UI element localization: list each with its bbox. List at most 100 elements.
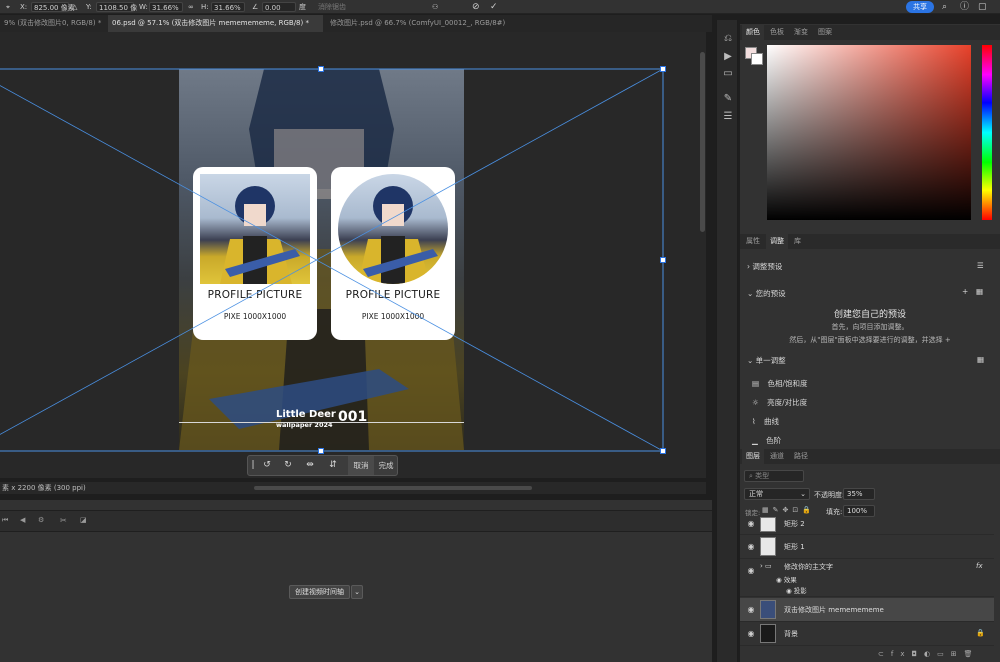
reference-point-icon[interactable]: ⌖	[6, 2, 10, 12]
create-preset-title: 创建您自己的预设	[833, 310, 906, 320]
tab-color[interactable]: 颜色	[742, 25, 764, 40]
handle-bottom[interactable]	[318, 448, 324, 454]
angle-unit: 度	[299, 3, 306, 11]
cancel-transform-icon[interactable]: ⊘	[472, 2, 480, 12]
blend-mode-select[interactable]: 正常 ⌄	[744, 488, 810, 500]
horizontal-scrollbar[interactable]	[254, 486, 532, 490]
h-label: H:	[201, 3, 209, 11]
adjust-presets-label: 调整预设	[752, 262, 783, 271]
comment-icon[interactable]: ▭	[721, 67, 735, 81]
settings-icon[interactable]: ⚙	[38, 516, 44, 524]
color-picker-field[interactable]	[767, 45, 971, 220]
warp-icon[interactable]: ⚇	[432, 2, 438, 12]
tab-adjustments[interactable]: 调整	[766, 234, 788, 249]
adjust-item-levels[interactable]: ▁ 色阶	[752, 435, 781, 446]
fill-field[interactable]: 100%	[843, 505, 875, 517]
rotate-right-icon[interactable]: ↻	[279, 456, 297, 475]
handle-top-right[interactable]	[660, 66, 666, 72]
transform-bounding-box[interactable]	[0, 32, 706, 478]
delta-icon[interactable]: △	[72, 2, 77, 12]
layer-row-rect2[interactable]: ◉ 矩形 2	[740, 517, 994, 535]
eye-icon[interactable]: ◉	[746, 519, 756, 528]
share-button[interactable]: 共享	[906, 1, 934, 13]
link-icon[interactable]: ∞	[188, 2, 194, 12]
tab-layers[interactable]: 图层	[742, 449, 764, 464]
done-button[interactable]: 完成	[374, 456, 398, 475]
hue-slider[interactable]	[982, 45, 992, 220]
antialias-checkbox-label[interactable]: 消除锯齿	[318, 2, 346, 12]
angle-field[interactable]: 0.00	[262, 2, 296, 12]
x-field[interactable]: 825.00 像素	[31, 2, 75, 12]
w-field[interactable]: 31.66%	[149, 2, 183, 12]
history-icon[interactable]: ⎌	[721, 32, 735, 46]
tab-doc-3[interactable]: 修改图片.psd @ 66.7% (ComfyUI_00012_, RGB/8#…	[326, 15, 526, 32]
adjust-item-brightness-contrast[interactable]: ☼ 亮度/对比度	[752, 397, 807, 408]
rotate-left-icon[interactable]: ↺	[258, 456, 276, 475]
layer-filter-input[interactable]: ⌕ 类型	[744, 470, 804, 482]
fx-badge[interactable]: fx	[976, 562, 983, 570]
adjust-panel-tabs: 属性 调整 库	[740, 234, 1000, 249]
tab-doc-2[interactable]: 06.psd @ 57.1% (双击修改图片 mememememe, RGB/8…	[108, 15, 323, 32]
single-adjust-header[interactable]: ⌄ 单一调整	[747, 355, 786, 366]
cancel-button[interactable]: 取消	[348, 456, 374, 475]
chevron-down-icon[interactable]: ⌄	[351, 585, 363, 599]
add-preset-icon[interactable]: +	[962, 287, 968, 296]
first-frame-icon[interactable]: ⏮	[2, 516, 8, 525]
layer-row-rect1[interactable]: ◉ 矩形 1	[740, 535, 994, 559]
adjust-item-hue-saturation[interactable]: ▤ 色相/饱和度	[752, 378, 808, 389]
layer-row-background[interactable]: ◉ 背景 🔒	[740, 622, 994, 646]
tab-gradients[interactable]: 渐变	[790, 25, 812, 40]
tab-channels[interactable]: 通道	[766, 449, 788, 464]
adjust-item-curves[interactable]: ⌇ 曲线	[752, 416, 779, 427]
commit-transform-icon[interactable]: ✓	[490, 2, 498, 12]
tab-swatches[interactable]: 色板	[766, 25, 788, 40]
layer-actions-bar[interactable]: ⊂fx◘◐▭⊞🗑	[878, 650, 979, 658]
eye-icon[interactable]: ◉	[746, 542, 756, 551]
grid-view-icon[interactable]: ▦	[976, 287, 983, 296]
y-field[interactable]: 1108.50 像	[96, 2, 137, 12]
your-presets-header[interactable]: ⌄ 您的预设	[747, 288, 786, 299]
y-label: Y:	[86, 3, 92, 11]
brush-icon[interactable]: ✎	[721, 92, 735, 106]
lock-icons[interactable]: ▦✎✥⊡🔒	[762, 506, 815, 514]
panel-icon-strip: ⎌ ▶ ▭ ✎ ☰	[716, 20, 738, 662]
flip-horizontal-icon[interactable]: ⇹	[301, 456, 319, 475]
eye-icon[interactable]: ◉	[746, 566, 756, 575]
vertical-scrollbar[interactable]	[700, 52, 705, 232]
canvas-area[interactable]: PROFILE PICTURE PIXE 1000X1000 PROFILE P…	[0, 32, 706, 478]
transition-icon[interactable]: ◪	[80, 516, 87, 524]
grid-view-icon[interactable]: ▦	[977, 355, 984, 364]
tab-patterns[interactable]: 图案	[814, 25, 836, 40]
layer-thumbnail	[760, 517, 776, 532]
layers-panel-tabs: 图层 通道 路径	[740, 449, 1000, 464]
eye-icon[interactable]: ◉	[746, 629, 756, 638]
h-field[interactable]: 31.66%	[211, 2, 245, 12]
handle-right[interactable]	[660, 257, 666, 263]
tab-libraries[interactable]: 库	[790, 234, 805, 249]
list-view-icon[interactable]: ☰	[977, 261, 984, 270]
flip-vertical-icon[interactable]: ⇵	[324, 456, 342, 475]
workspace-icon[interactable]: ▢	[978, 2, 987, 12]
handle-bottom-right[interactable]	[660, 448, 666, 454]
create-video-timeline-button[interactable]: 创建视频时间轴	[289, 585, 350, 599]
eye-icon[interactable]: ◉	[746, 605, 756, 614]
lock-label: 锁定:	[745, 509, 761, 517]
layer-row-text-group[interactable]: ◉ › ▭ 修改你的主文字 fx ◉ 效果 ◉ 投影	[740, 559, 994, 597]
adjust-presets-header[interactable]: › 调整预设	[747, 261, 782, 272]
tab-paths[interactable]: 路径	[790, 449, 812, 464]
search-icon[interactable]: ⌕	[942, 2, 947, 12]
opacity-field[interactable]: 35%	[843, 488, 875, 500]
help-icon[interactable]: ⓘ	[960, 2, 969, 12]
tab-properties[interactable]: 属性	[742, 234, 764, 249]
sliders-icon[interactable]: ☰	[721, 110, 735, 124]
background-color-swatch[interactable]	[751, 53, 763, 65]
folder-icon[interactable]: › ▭	[760, 562, 772, 570]
play-icon[interactable]: ▶	[721, 50, 735, 64]
layer-row-image[interactable]: ◉ 双击修改图片 mememememe	[740, 598, 994, 622]
tab-doc-1[interactable]: 9% (双击修改图片0, RGB/8) *	[0, 15, 105, 32]
effects-label: ◉ 效果	[776, 576, 797, 584]
scissors-icon[interactable]: ✂	[60, 516, 67, 525]
handle-top[interactable]	[318, 66, 324, 72]
single-adjust-label: 单一调整	[755, 356, 786, 365]
prev-frame-icon[interactable]: ◀	[20, 516, 25, 524]
